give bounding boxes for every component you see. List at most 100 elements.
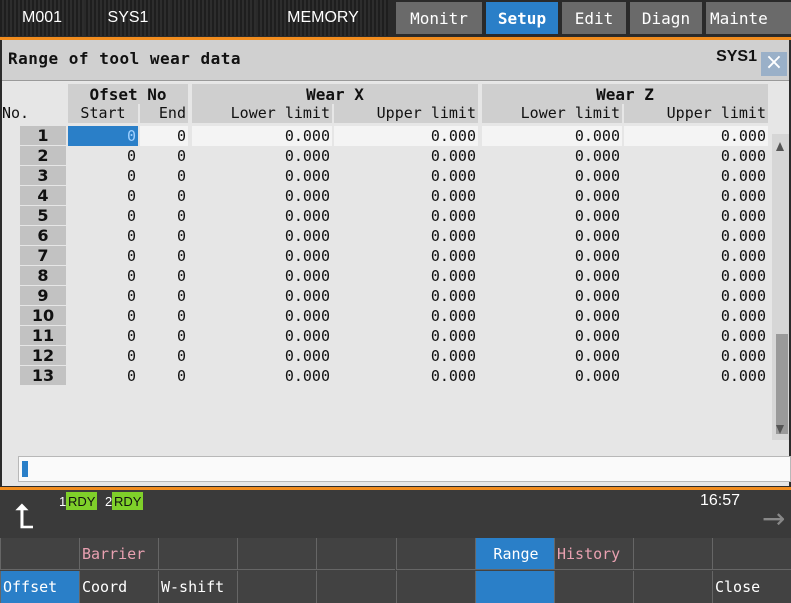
cell-x-upper[interactable]: 0.000	[334, 286, 478, 306]
softkey-top-label[interactable]	[316, 538, 395, 570]
cell-z-lower[interactable]: 0.000	[482, 346, 622, 366]
cell-start[interactable]: 0	[68, 246, 138, 266]
tab-edit[interactable]: Edit	[562, 2, 626, 34]
cell-z-upper[interactable]: 0.000	[624, 206, 768, 226]
softkey-bottom-label[interactable]: W-shift	[158, 571, 237, 603]
cell-x-upper[interactable]: 0.000	[334, 306, 478, 326]
softkey-bottom-label[interactable]	[396, 571, 475, 603]
cell-z-lower[interactable]: 0.000	[482, 286, 622, 306]
softkey-2[interactable]: Barrier Coord	[79, 538, 158, 603]
cell-z-upper[interactable]: 0.000	[624, 126, 768, 146]
cell-z-lower[interactable]: 0.000	[482, 206, 622, 226]
softkey-10[interactable]: Close	[712, 538, 791, 603]
cell-z-upper[interactable]: 0.000	[624, 266, 768, 286]
cell-end[interactable]: 0	[140, 246, 188, 266]
softkey-bottom-label[interactable]: Offset	[0, 571, 79, 603]
cell-z-upper[interactable]: 0.000	[624, 146, 768, 166]
cell-x-lower[interactable]: 0.000	[192, 326, 332, 346]
cell-x-lower[interactable]: 0.000	[192, 226, 332, 246]
cell-z-lower[interactable]: 0.000	[482, 146, 622, 166]
cell-x-lower[interactable]: 0.000	[192, 246, 332, 266]
tab-setup[interactable]: Setup	[486, 2, 558, 34]
cell-z-lower[interactable]: 0.000	[482, 366, 622, 386]
cell-z-lower[interactable]: 0.000	[482, 126, 622, 146]
cell-x-upper[interactable]: 0.000	[334, 206, 478, 226]
cell-end[interactable]: 0	[140, 166, 188, 186]
cell-start[interactable]: 0	[68, 286, 138, 306]
cell-end[interactable]: 0	[140, 126, 188, 146]
cell-z-upper[interactable]: 0.000	[624, 166, 768, 186]
cell-end[interactable]: 0	[140, 266, 188, 286]
cell-x-upper[interactable]: 0.000	[334, 346, 478, 366]
table-scrollbar[interactable]	[772, 134, 789, 440]
softkey-top-label[interactable]: Barrier	[79, 538, 158, 570]
cell-z-upper[interactable]: 0.000	[624, 346, 768, 366]
softkey-4[interactable]	[237, 538, 316, 603]
cell-start[interactable]: 0	[68, 346, 138, 366]
cell-x-upper[interactable]: 0.000	[334, 326, 478, 346]
softkey-9[interactable]	[633, 538, 712, 603]
cell-x-upper[interactable]: 0.000	[334, 166, 478, 186]
cell-x-lower[interactable]: 0.000	[192, 266, 332, 286]
close-icon[interactable]: ×	[761, 52, 787, 76]
cell-z-lower[interactable]: 0.000	[482, 306, 622, 326]
cell-end[interactable]: 0	[140, 146, 188, 166]
softkey-bottom-label[interactable]	[316, 571, 395, 603]
cell-end[interactable]: 0	[140, 286, 188, 306]
cell-x-upper[interactable]: 0.000	[334, 266, 478, 286]
input-line[interactable]	[18, 456, 791, 482]
cell-x-lower[interactable]: 0.000	[192, 286, 332, 306]
softkey-8[interactable]: History	[554, 538, 633, 603]
cell-x-lower[interactable]: 0.000	[192, 306, 332, 326]
softkey-bottom-label[interactable]: Close	[712, 571, 791, 603]
cell-end[interactable]: 0	[140, 186, 188, 206]
cell-end[interactable]: 0	[140, 306, 188, 326]
cell-start[interactable]: 0	[68, 186, 138, 206]
cell-x-lower[interactable]: 0.000	[192, 346, 332, 366]
cell-x-upper[interactable]: 0.000	[334, 366, 478, 386]
next-menu-arrow-icon[interactable]: →	[762, 502, 785, 535]
softkey-top-label[interactable]	[633, 538, 712, 570]
tab-mainte[interactable]: Mainte	[706, 2, 791, 34]
cell-z-lower[interactable]: 0.000	[482, 226, 622, 246]
cell-start[interactable]: 0	[68, 266, 138, 286]
softkey-5[interactable]	[316, 538, 395, 603]
softkey-bottom-label[interactable]	[633, 571, 712, 603]
return-arrow-icon[interactable]: ⮤	[14, 500, 34, 534]
softkey-top-label[interactable]	[712, 538, 791, 570]
cell-start[interactable]: 0	[68, 306, 138, 326]
cell-end[interactable]: 0	[140, 226, 188, 246]
scroll-thumb[interactable]	[776, 334, 788, 434]
softkey-top-label[interactable]: History	[554, 538, 633, 570]
cell-x-upper[interactable]: 0.000	[334, 226, 478, 246]
softkey-bottom-label[interactable]: Coord	[79, 571, 158, 603]
softkey-bottom-label[interactable]	[237, 571, 316, 603]
cell-z-lower[interactable]: 0.000	[482, 246, 622, 266]
cell-z-upper[interactable]: 0.000	[624, 286, 768, 306]
cell-x-lower[interactable]: 0.000	[192, 166, 332, 186]
cell-x-upper[interactable]: 0.000	[334, 126, 478, 146]
cell-x-lower[interactable]: 0.000	[192, 126, 332, 146]
scroll-down-icon[interactable]	[776, 425, 784, 434]
softkey-top-label[interactable]	[158, 538, 237, 570]
softkey-bottom-label[interactable]	[475, 571, 554, 603]
cell-start[interactable]: 0	[68, 326, 138, 346]
cell-z-upper[interactable]: 0.000	[624, 186, 768, 206]
cell-start[interactable]: 0	[68, 206, 138, 226]
softkey-3[interactable]: W-shift	[158, 538, 237, 603]
cell-end[interactable]: 0	[140, 326, 188, 346]
softkey-top-label[interactable]	[396, 538, 475, 570]
scroll-up-icon[interactable]	[776, 142, 784, 151]
cell-x-upper[interactable]: 0.000	[334, 146, 478, 166]
tab-monitor[interactable]: Monitr	[396, 2, 482, 34]
cell-x-upper[interactable]: 0.000	[334, 186, 478, 206]
cell-end[interactable]: 0	[140, 206, 188, 226]
cell-z-upper[interactable]: 0.000	[624, 326, 768, 346]
cell-start[interactable]: 0	[68, 166, 138, 186]
cell-end[interactable]: 0	[140, 366, 188, 386]
cell-start[interactable]: 0	[68, 126, 138, 146]
softkey-top-label[interactable]	[0, 538, 79, 570]
cell-x-lower[interactable]: 0.000	[192, 366, 332, 386]
cell-x-lower[interactable]: 0.000	[192, 186, 332, 206]
cell-z-upper[interactable]: 0.000	[624, 246, 768, 266]
